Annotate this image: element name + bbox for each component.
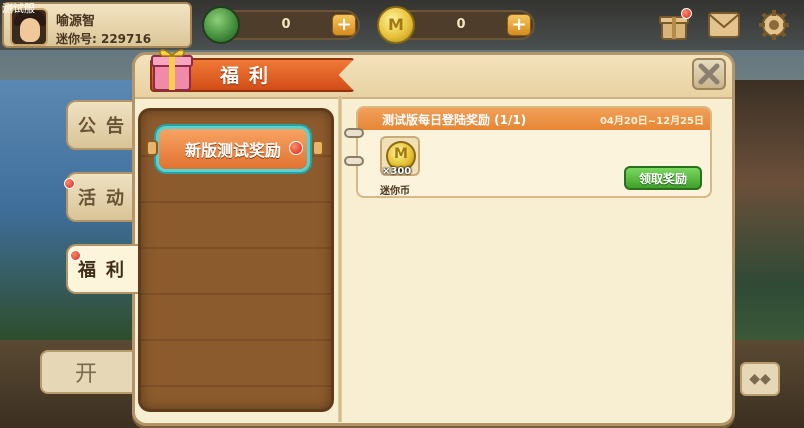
gear-icon[interactable] [756, 8, 792, 42]
mini-coin-counter: M 0 + [377, 6, 535, 44]
diamond-icon: ◆◆ [749, 371, 771, 387]
list-item-notification-dot [289, 141, 303, 155]
card-clip-bottom [344, 156, 364, 166]
tab-welfare-label: 福利 [78, 260, 134, 281]
add-mini-coin-button[interactable]: + [507, 14, 531, 36]
panel-title: 福利 [220, 65, 279, 87]
avatar-face [20, 18, 40, 42]
reward-item-count: ×300 [382, 166, 412, 177]
panel-divider [338, 96, 342, 422]
claim-reward-label: 领取奖励 [638, 171, 687, 186]
list-knob-left [146, 140, 158, 156]
top-bar: 喻源智 迷你号: 229716 测试服 0 + M 0 + [0, 0, 804, 50]
player-id: 迷你号: 229716 [56, 32, 152, 46]
tab-welfare[interactable]: 福利 [66, 244, 146, 294]
mini-bean-counter: 0 + [202, 6, 360, 44]
reward-item-name: 迷你币 [380, 186, 410, 197]
start-button-label: 开 [74, 362, 105, 387]
close-icon [698, 63, 720, 85]
mail-icon[interactable] [706, 8, 742, 42]
close-button[interactable] [692, 58, 726, 90]
gift-box-icon [150, 44, 194, 92]
add-mini-bean-button[interactable]: + [332, 14, 356, 36]
daily-login-reward-card: 测试版每日登陆奖励 (1/1) 04月20日~12月25日 M ×300 迷你币… [344, 106, 712, 198]
gold-coin-icon: M [377, 6, 415, 44]
welfare-notification-dot [70, 250, 81, 261]
start-button[interactable]: 开 [40, 350, 140, 394]
mini-coin-amount: 0 [456, 17, 466, 32]
mini-bean-amount: 0 [281, 17, 291, 32]
reward-card-header: 测试版每日登陆奖励 (1/1) 04月20日~12月25日 [358, 108, 710, 130]
list-knob-right [312, 140, 324, 156]
gift-notification-dot [681, 8, 692, 19]
reward-title: 测试版每日登陆奖励 (1/1) [382, 113, 527, 127]
event-notification-dot [64, 178, 75, 189]
reward-date-range: 04月20日~12月25日 [599, 116, 704, 127]
tab-notice-label: 公告 [78, 116, 134, 137]
more-options-button[interactable]: ◆◆ [740, 362, 780, 396]
claim-reward-button[interactable]: 领取奖励 [624, 166, 702, 190]
green-bean-icon [202, 6, 240, 44]
test-server-tag: 测试服 [2, 3, 35, 15]
card-clip-top [344, 128, 364, 138]
player-name: 喻源智 [56, 14, 96, 29]
list-item-label: 新版测试奖励 [184, 141, 281, 160]
tab-event-label: 活动 [78, 188, 134, 209]
list-item-new-test-reward[interactable]: 新版测试奖励 [156, 126, 310, 172]
gift-icon[interactable] [656, 8, 692, 42]
